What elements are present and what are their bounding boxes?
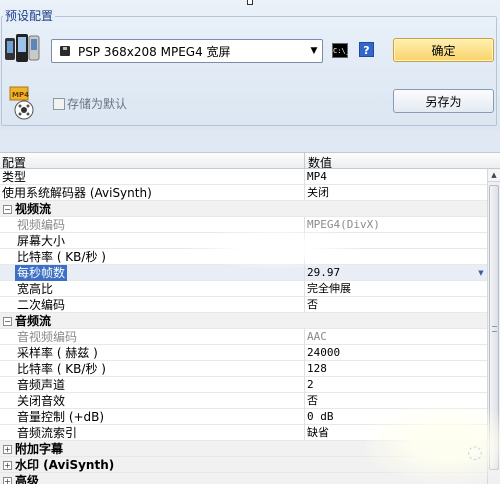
grid-header: 配置 数值 — [0, 152, 500, 170]
row-name: 屏幕大小 — [17, 234, 66, 248]
row-frame-rate[interactable]: 每秒帧数 29.97 ▼ — [0, 265, 487, 281]
row-name: 比特率 ( KB/秒 ) — [17, 362, 106, 376]
row-screen-size[interactable]: 屏幕大小 — [0, 233, 487, 249]
row-value: 24000 — [307, 346, 341, 359]
expand-icon[interactable]: + — [3, 477, 12, 484]
category-video-stream[interactable]: − 视频流 — [0, 201, 487, 217]
row-value: 否 — [307, 394, 318, 407]
row-name: 类型 — [2, 170, 27, 184]
row-value: 完全伸展 — [307, 282, 351, 295]
row-name: 音量控制 (+dB) — [17, 410, 105, 424]
category-advanced[interactable]: + 高级 — [0, 473, 487, 484]
watermark-icon: ◌ — [467, 442, 483, 463]
property-grid: 配置 数值 类型 MP4 使用系统解码器 (AviSynth) 关闭 − 视频流… — [0, 152, 500, 484]
collapse-icon[interactable]: − — [3, 317, 12, 326]
row-audio-channels[interactable]: 音频声道 2 — [0, 377, 487, 393]
row-name: 二次编码 — [17, 298, 66, 312]
header-separator — [304, 153, 305, 169]
save-default-option[interactable]: 存储为默认 — [53, 95, 127, 112]
save-default-label: 存储为默认 — [67, 97, 128, 111]
row-two-pass[interactable]: 二次编码 否 — [0, 297, 487, 313]
row-name: 比特率 ( KB/秒 ) — [17, 250, 106, 264]
grid-rows: 类型 MP4 使用系统解码器 (AviSynth) 关闭 − 视频流 视频编码 … — [0, 169, 487, 484]
row-type[interactable]: 类型 MP4 — [0, 169, 487, 185]
row-name: 音频声道 — [17, 378, 66, 392]
row-name: 视频编码 — [17, 218, 66, 232]
row-disable-audio[interactable]: 关闭音效 否 — [0, 393, 487, 409]
command-line-icon[interactable]: C:\_ — [332, 43, 350, 58]
expand-icon[interactable]: + — [3, 461, 12, 470]
category-label: 附加字幕 — [15, 442, 64, 456]
row-name: 使用系统解码器 (AviSynth) — [2, 186, 152, 200]
row-video-codec[interactable]: 视频编码 MPEG4(DivX) — [0, 217, 487, 233]
chevron-down-icon[interactable]: ▼ — [306, 40, 322, 62]
row-name: 每秒帧数 — [15, 265, 68, 281]
ok-button[interactable]: 确定 — [393, 38, 494, 62]
scroll-thumb[interactable] — [489, 185, 499, 470]
row-value: MPEG4(DivX) — [307, 218, 380, 231]
row-volume-control[interactable]: 音量控制 (+dB) 0 dB — [0, 409, 487, 425]
preset-dropdown-value: PSP 368x208 MPEG4 宽屏 — [78, 44, 231, 59]
row-value: 29.97 — [307, 266, 341, 279]
row-value: 2 — [307, 378, 314, 391]
row-audio-stream-index[interactable]: 音频流索引 缺省 — [0, 425, 487, 441]
row-system-decoder[interactable]: 使用系统解码器 (AviSynth) 关闭 — [0, 185, 487, 201]
expand-icon[interactable]: + — [3, 445, 12, 454]
category-label: 音频流 — [15, 314, 52, 328]
category-label: 水印 (AviSynth) — [15, 458, 115, 472]
row-value: 0 dB — [307, 410, 334, 423]
category-label: 高级 — [15, 474, 40, 484]
row-value: AAC — [307, 330, 327, 343]
row-audio-bitrate[interactable]: 比特率 ( KB/秒 ) 128 — [0, 361, 487, 377]
category-audio-stream[interactable]: − 音频流 — [0, 313, 487, 329]
profile-disk-icon — [60, 46, 70, 56]
row-video-bitrate[interactable]: 比特率 ( KB/秒 ) — [0, 249, 487, 265]
row-name: 关闭音效 — [17, 394, 66, 408]
preset-dropdown[interactable]: PSP 368x208 MPEG4 宽屏 ▼ — [51, 39, 323, 63]
category-label: 视频流 — [15, 202, 52, 216]
chevron-down-icon[interactable]: ▼ — [475, 266, 487, 280]
grip-icon — [492, 326, 497, 332]
row-audio-codec[interactable]: 音视频编码 AAC — [0, 329, 487, 345]
row-value: MP4 — [307, 170, 327, 183]
preset-group-title: 预设配置 — [3, 9, 56, 23]
row-name: 采样率 ( 赫兹 ) — [17, 346, 98, 360]
row-value: 128 — [307, 362, 327, 375]
collapse-icon[interactable]: − — [3, 205, 12, 214]
help-icon[interactable]: ? — [359, 42, 374, 57]
mp4-file-icon: MP4 — [8, 86, 38, 120]
mp4-badge-text: MP4 — [12, 91, 29, 99]
save-default-checkbox[interactable] — [53, 97, 65, 110]
device-icon — [4, 32, 40, 66]
category-subtitles[interactable]: + 附加字幕 — [0, 441, 487, 457]
row-name: 宽高比 — [17, 282, 54, 296]
category-watermark[interactable]: + 水印 (AviSynth) — [0, 457, 487, 473]
row-value: 否 — [307, 298, 318, 311]
row-value: 关闭 — [307, 186, 329, 199]
row-name: 音频流索引 — [17, 426, 78, 440]
window-marker — [247, 0, 253, 5]
save-as-button[interactable]: 另存为 — [393, 89, 494, 113]
preset-panel: 预设配置 PSP 368x208 MPEG4 宽屏 ▼ C:\_ ? 确定 MP… — [0, 0, 500, 130]
row-value: 缺省 — [307, 426, 329, 439]
row-sample-rate[interactable]: 采样率 ( 赫兹 ) 24000 — [0, 345, 487, 361]
row-name: 音视频编码 — [17, 330, 78, 344]
scroll-up-icon[interactable]: ▲ — [488, 169, 500, 182]
row-aspect-ratio[interactable]: 宽高比 完全伸展 — [0, 281, 487, 297]
vertical-scrollbar[interactable]: ▲ — [487, 169, 500, 484]
